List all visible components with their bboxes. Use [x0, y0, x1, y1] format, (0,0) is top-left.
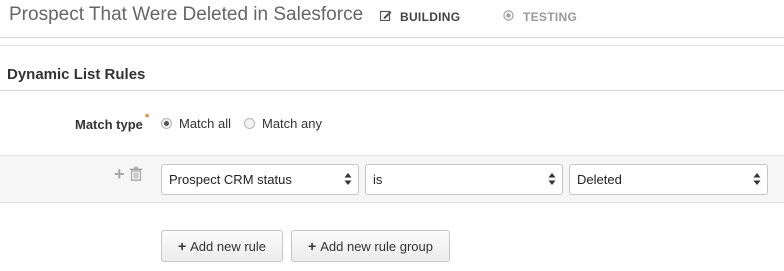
trash-icon[interactable] [130, 167, 144, 182]
rule-operator-value: is [373, 172, 383, 187]
add-new-rule-label: Add new rule [190, 239, 267, 254]
header-divider [0, 45, 784, 47]
page-title: Prospect That Were Deleted in Salesforce [9, 4, 364, 25]
edit-icon [379, 10, 394, 24]
rule-operator-select[interactable]: is [365, 164, 563, 195]
match-all-option[interactable]: Match all [161, 116, 231, 131]
rule-row: + Prospect CRM status is Deleted [0, 155, 784, 203]
section-divider [0, 90, 784, 91]
plus-icon: + [308, 238, 317, 254]
required-marker: * [145, 112, 150, 124]
rule-field-select[interactable]: Prospect CRM status [161, 164, 359, 195]
match-any-option[interactable]: Match any [244, 116, 322, 131]
match-all-label: Match all [179, 116, 232, 131]
step-testing-label: TESTING [523, 10, 578, 24]
add-new-rule-group-button[interactable]: + Add new rule group [291, 230, 450, 262]
rule-value-value: Deleted [577, 172, 622, 187]
step-building-label: BUILDING [400, 10, 461, 24]
page-header: Prospect That Were Deleted in Salesforce… [0, 0, 784, 38]
match-any-label: Match any [262, 116, 322, 131]
step-building[interactable]: BUILDING [379, 10, 461, 24]
match-all-radio[interactable] [161, 118, 172, 129]
plus-icon[interactable]: + [114, 165, 125, 183]
plus-icon: + [177, 238, 187, 254]
select-arrows-icon [548, 172, 556, 186]
match-any-radio[interactable] [244, 118, 255, 129]
target-icon [503, 10, 517, 24]
select-arrows-icon [344, 172, 352, 186]
add-new-rule-group-label: Add new rule group [320, 239, 433, 254]
rule-value-select[interactable]: Deleted [569, 164, 768, 195]
section-title: Dynamic List Rules [7, 66, 146, 83]
match-type-label: Match type [75, 117, 143, 132]
select-arrows-icon [753, 172, 761, 186]
rule-field-value: Prospect CRM status [169, 172, 292, 187]
step-testing[interactable]: TESTING [503, 10, 577, 24]
add-new-rule-button[interactable]: + Add new rule [161, 230, 283, 262]
